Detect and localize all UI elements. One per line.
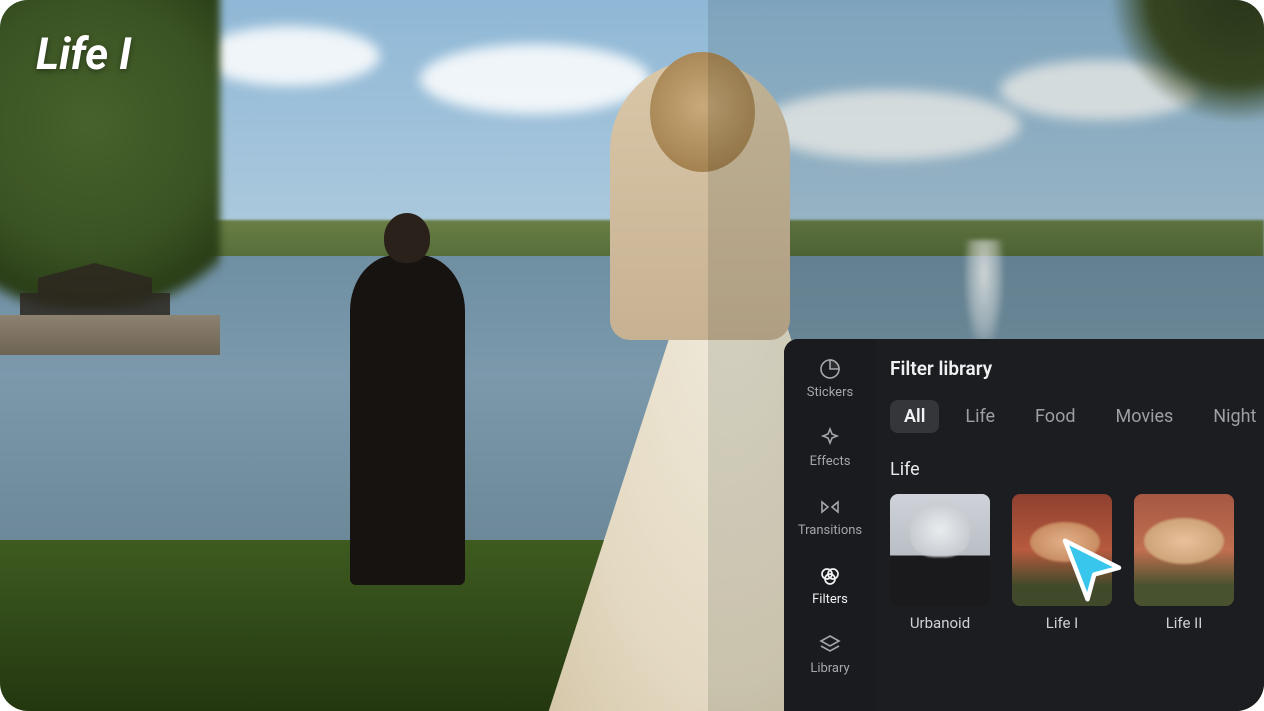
preview-person-groom	[350, 255, 465, 585]
rail-label: Filters	[812, 592, 848, 607]
video-preview-viewport: Life I Stickers Effects	[0, 0, 1264, 711]
rail-label: Transitions	[798, 523, 862, 538]
category-chip-life[interactable]: Life	[951, 400, 1009, 433]
filter-thumb-image	[1134, 494, 1234, 606]
rail-label: Library	[810, 661, 849, 676]
category-chip-movies[interactable]: Movies	[1102, 400, 1188, 433]
category-chip-food[interactable]: Food	[1021, 400, 1089, 433]
transitions-icon	[818, 495, 842, 519]
filter-thumb-urbanoid[interactable]: Urbanoid	[890, 494, 990, 632]
filter-category-row: All Life Food Movies Night S	[890, 400, 1264, 433]
rail-label: Effects	[810, 454, 851, 469]
rail-label: Stickers	[807, 385, 853, 400]
filter-panel-content: Filter library All Life Food Movies Nigh…	[876, 339, 1264, 711]
filters-icon	[818, 564, 842, 588]
filter-thumb-life2[interactable]: Life II	[1134, 494, 1234, 632]
rail-item-library[interactable]: Library	[784, 629, 876, 680]
filter-thumb-label: Life II	[1166, 614, 1203, 632]
rail-item-transitions[interactable]: Transitions	[784, 491, 876, 542]
filter-thumb-life1[interactable]: Life I	[1012, 494, 1112, 632]
rail-item-filters[interactable]: Filters	[784, 560, 876, 611]
category-chip-night[interactable]: Night	[1199, 400, 1264, 433]
filter-thumb-image	[1012, 494, 1112, 606]
panel-title: Filter library	[890, 357, 1264, 380]
preview-cloud	[200, 26, 380, 86]
filter-thumb-image	[890, 494, 990, 606]
filter-thumb-label: Life I	[1046, 614, 1079, 632]
filter-section-label: Life	[890, 459, 1264, 480]
applied-filter-name: Life I	[36, 28, 132, 80]
filter-thumb-label: Urbanoid	[910, 614, 970, 632]
rail-item-effects[interactable]: Effects	[784, 422, 876, 473]
rail-item-stickers[interactable]: Stickers	[784, 353, 876, 404]
library-icon	[818, 633, 842, 657]
sticker-icon	[818, 357, 842, 381]
sparkle-icon	[818, 426, 842, 450]
category-chip-all[interactable]: All	[890, 400, 939, 433]
filter-panel: Stickers Effects Transitions	[784, 339, 1264, 711]
preview-dock	[0, 315, 220, 355]
filter-thumbs-row: Urbanoid Life I Life II	[890, 494, 1264, 632]
side-rail: Stickers Effects Transitions	[784, 339, 876, 711]
